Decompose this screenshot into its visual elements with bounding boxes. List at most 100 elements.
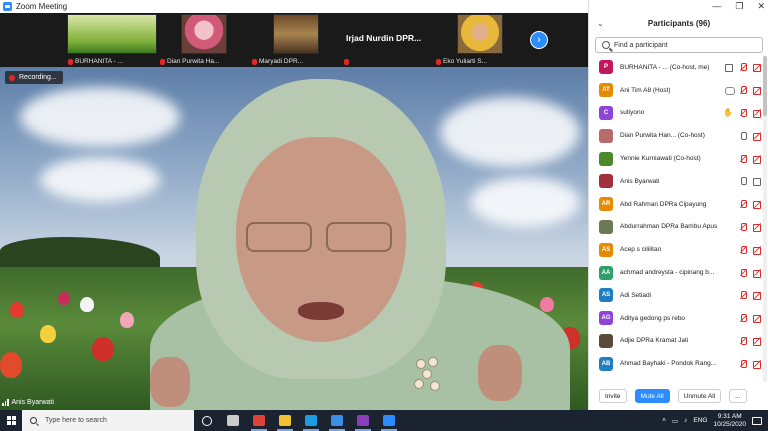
more-button[interactable]: ... xyxy=(729,389,747,403)
participant-row[interactable]: AS Acep s cililitan xyxy=(589,238,763,261)
mic-muted-icon[interactable] xyxy=(739,359,747,368)
video-thumbnail[interactable]: BURHANITA - ... xyxy=(66,14,158,66)
video-off-icon[interactable] xyxy=(753,269,761,278)
mic-muted-icon[interactable] xyxy=(739,245,747,254)
invite-button[interactable]: Invite xyxy=(599,389,627,403)
mic-muted-icon[interactable] xyxy=(739,63,747,72)
video-off-icon[interactable] xyxy=(753,132,761,141)
file-explorer-icon[interactable] xyxy=(272,410,298,431)
video-off-icon[interactable] xyxy=(753,360,761,369)
video-frame xyxy=(181,14,227,54)
mic-muted-icon[interactable] xyxy=(739,291,747,300)
participant-scrollbar[interactable] xyxy=(763,56,767,382)
mic-muted-icon[interactable] xyxy=(739,314,747,323)
participant-row[interactable]: Adjie DPRa Kramat Jati xyxy=(589,330,763,353)
video-off-icon[interactable] xyxy=(753,200,761,210)
video-thumbnail[interactable]: Maryadi DPR... xyxy=(250,14,342,66)
video-off-icon[interactable] xyxy=(753,337,761,346)
participant-row[interactable]: AT Ani Tim A8 (Host) xyxy=(589,79,763,102)
chevron-up-icon[interactable]: ˄ xyxy=(662,417,666,424)
participant-row[interactable]: Dian Purwita Han... (Co-host) xyxy=(589,124,763,147)
mic-muted-icon[interactable] xyxy=(739,222,747,231)
language-indicator[interactable]: ENG xyxy=(693,417,707,424)
mic-muted-icon[interactable] xyxy=(739,154,747,163)
participant-row[interactable]: Csutiyono ✋ xyxy=(589,102,763,125)
clock-time: 9:31 AM xyxy=(717,412,742,420)
cortana-icon[interactable] xyxy=(194,410,220,431)
participant-row[interactable]: Anis Byarwati xyxy=(589,170,763,193)
video-off-icon[interactable] xyxy=(753,314,761,324)
notification-icon[interactable] xyxy=(752,416,762,425)
windows-start-icon[interactable] xyxy=(0,410,22,431)
participant-name: Aditya gedong ps rebo xyxy=(620,314,686,322)
video-off-icon[interactable] xyxy=(753,223,761,232)
clock-date: 10/25/2020 xyxy=(713,420,746,428)
participant-row[interactable]: Yennie Kurniawati (Co-host) xyxy=(589,147,763,170)
avatar: AR xyxy=(599,197,613,212)
video-off-icon[interactable] xyxy=(753,246,761,255)
zoom-icon[interactable] xyxy=(376,410,402,431)
participant-search-input[interactable]: Find a participant xyxy=(595,37,763,53)
video-frame xyxy=(457,14,503,54)
chevron-right-icon[interactable]: › xyxy=(530,31,548,49)
mic-muted-icon[interactable] xyxy=(739,268,747,277)
maximize-icon[interactable]: ❐ xyxy=(735,1,743,12)
screen-share-icon[interactable] xyxy=(725,86,735,96)
chrome-icon[interactable] xyxy=(246,410,272,431)
participant-row[interactable]: AR Abd Rahman DPRa Cipayung xyxy=(589,193,763,216)
taskbar-search-placeholder: Type here to search xyxy=(45,417,107,424)
participant-row[interactable]: AG Aditya gedong ps rebo xyxy=(589,307,763,330)
participant-row[interactable]: P BURHANITA - ... (Co-host, me) xyxy=(589,56,763,79)
mute-all-button[interactable]: Mute All xyxy=(634,389,670,403)
participant-name: Dian Purwita Han... (Co-host) xyxy=(620,132,705,140)
participant-name: BURHANITA - ... (Co-host, me) xyxy=(620,63,710,71)
participant-row[interactable]: AA achmad andreysta - cipinang b... xyxy=(589,261,763,284)
video-icon[interactable] xyxy=(753,177,761,187)
participant-name: achmad andreysta - cipinang b... xyxy=(620,269,715,277)
taskbar-clock[interactable]: 9:31 AM 10/25/2020 xyxy=(713,413,746,429)
video-thumbnail[interactable]: Eko Yuliarti S... xyxy=(434,14,526,66)
participant-row[interactable]: AB Ahmad Bayhaki - Pondok Rang... xyxy=(589,352,763,375)
search-icon xyxy=(602,41,610,49)
close-icon[interactable]: ✕ xyxy=(757,1,765,12)
meeting-stage: BURHANITA - ... Dian Purwita Ha... Marya… xyxy=(0,13,588,410)
participant-name: Acep s cililitan xyxy=(620,246,662,254)
participant-name: sutiyono xyxy=(620,109,645,117)
mic-muted-icon[interactable] xyxy=(739,200,747,209)
avatar xyxy=(599,174,613,189)
mic-icon[interactable] xyxy=(739,131,747,140)
avatar: AS xyxy=(599,242,613,257)
video-off-icon[interactable] xyxy=(753,86,761,96)
brooch xyxy=(412,357,448,397)
video-off-icon[interactable] xyxy=(753,109,761,118)
unmute-all-button[interactable]: Unmute All xyxy=(677,389,722,403)
mic-muted-icon[interactable] xyxy=(739,86,747,95)
minimize-icon[interactable]: — xyxy=(712,1,721,12)
onenote-icon[interactable] xyxy=(350,410,376,431)
mic-muted-icon[interactable] xyxy=(739,336,747,345)
raised-hand-icon[interactable]: ✋ xyxy=(723,108,733,117)
participant-name: Yennie Kurniawati (Co-host) xyxy=(620,155,701,163)
windows-taskbar: Type here to search ˄ ▭ ♪ ENG 9:31 AM 10… xyxy=(0,410,768,431)
video-off-icon[interactable] xyxy=(753,291,761,301)
task-view-icon[interactable] xyxy=(220,410,246,431)
avatar: AT xyxy=(599,83,613,98)
recording-indicator[interactable]: Recording... xyxy=(5,71,63,84)
participant-name: Abdurrahman DPRa Bambu Apus xyxy=(620,223,718,231)
edge-icon[interactable] xyxy=(298,410,324,431)
video-icon[interactable] xyxy=(725,63,733,73)
avatar xyxy=(599,151,613,166)
thumbnail-name: Dian Purwita Ha... xyxy=(167,58,220,65)
participant-row[interactable]: Abdurrahman DPRa Bambu Apus xyxy=(589,216,763,239)
video-thumbnail[interactable]: Dian Purwita Ha... xyxy=(158,14,250,66)
mail-icon[interactable] xyxy=(324,410,350,431)
volume-icon[interactable]: ♪ xyxy=(684,417,687,424)
video-off-icon[interactable] xyxy=(753,155,761,164)
network-icon[interactable]: ▭ xyxy=(672,417,678,425)
taskbar-search-input[interactable]: Type here to search xyxy=(22,410,194,431)
video-off-icon[interactable] xyxy=(753,63,761,73)
mic-icon[interactable] xyxy=(739,177,747,186)
participant-row[interactable]: AS Adi Setiadi xyxy=(589,284,763,307)
avatar: AS xyxy=(599,288,613,303)
mic-muted-icon[interactable] xyxy=(739,108,747,117)
